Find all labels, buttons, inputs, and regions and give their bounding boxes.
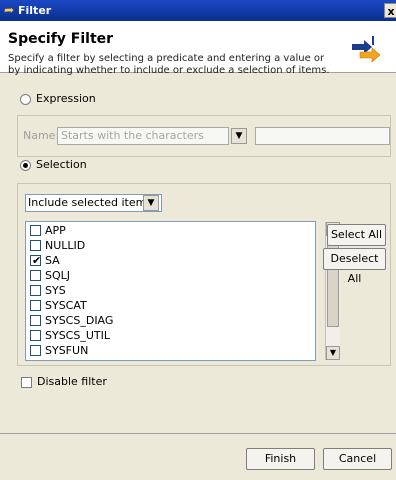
- selection-label: Selection: [36, 158, 87, 171]
- expression-label: Expression: [36, 92, 96, 105]
- item-checkbox[interactable]: [30, 270, 41, 281]
- list-item[interactable]: SYSFUN: [30, 344, 320, 357]
- scroll-down-icon[interactable]: ▼: [326, 346, 340, 360]
- item-checkbox[interactable]: [30, 285, 41, 296]
- banner-title: Specify Filter: [8, 31, 114, 47]
- item-label: NULLID: [45, 239, 86, 252]
- item-label: SA: [45, 254, 60, 267]
- predicate-dropdown-arrow-icon[interactable]: ▼: [231, 128, 247, 144]
- list-item[interactable]: SQLJ: [30, 269, 320, 282]
- item-label: SYSFUN: [45, 344, 89, 357]
- close-button[interactable]: x: [384, 3, 396, 18]
- select-all-button[interactable]: Select All: [327, 224, 386, 246]
- window-title: Filter: [18, 4, 52, 17]
- selection-radio[interactable]: [20, 160, 31, 171]
- item-checkbox[interactable]: [30, 330, 41, 341]
- filter-arrows-icon: [352, 36, 381, 63]
- item-label: SQLJ: [45, 269, 71, 282]
- title-bar[interactable]: [0, 0, 396, 21]
- item-label: APP: [45, 224, 66, 237]
- list-item[interactable]: SYSCAT: [30, 299, 320, 312]
- cancel-button[interactable]: Cancel: [323, 448, 392, 470]
- list-item[interactable]: NULLID: [30, 239, 320, 252]
- item-checkbox[interactable]: ✔: [30, 254, 42, 267]
- list-item[interactable]: SYSCS_UTIL: [30, 329, 320, 342]
- item-label: SYS: [45, 284, 66, 297]
- predicate-value-input[interactable]: [255, 127, 390, 145]
- item-checkbox[interactable]: [30, 240, 41, 251]
- list-item[interactable]: SYS: [30, 284, 320, 297]
- item-checkbox[interactable]: [30, 225, 41, 236]
- item-checkbox[interactable]: [30, 300, 41, 311]
- deselect-all-button[interactable]: Deselect All: [323, 248, 386, 285]
- expression-radio[interactable]: [20, 94, 31, 105]
- items-list[interactable]: ▲ ▼ APPNULLID✔SASQLJSYSSYSCATSYSCS_DIAGS…: [25, 221, 340, 361]
- include-mode-combo[interactable]: Include selected items: [25, 194, 162, 212]
- item-label: SYSCS_DIAG: [45, 314, 114, 327]
- finish-button[interactable]: Finish: [246, 448, 315, 470]
- disable-filter-checkbox[interactable]: [21, 377, 32, 388]
- name-label: Name:: [23, 129, 60, 142]
- item-label: SYSCAT: [45, 299, 87, 312]
- item-label: SYSCS_UTIL: [45, 329, 110, 342]
- list-item[interactable]: SYSCS_DIAG: [30, 314, 320, 327]
- list-item[interactable]: ✔ SA: [30, 254, 320, 267]
- include-mode-arrow-icon[interactable]: ▼: [143, 195, 159, 211]
- banner-description: Specify a filter by selecting a predicat…: [8, 53, 330, 76]
- item-checkbox[interactable]: [30, 345, 41, 356]
- predicate-combo[interactable]: Starts with the characters: [57, 127, 229, 145]
- checkmark-icon: ✔: [32, 254, 42, 267]
- item-checkbox[interactable]: [30, 315, 41, 326]
- footer-separator: [0, 433, 396, 434]
- filter-app-icon: ➦: [4, 3, 15, 17]
- disable-filter-label: Disable filter: [37, 375, 107, 388]
- list-item[interactable]: APP: [30, 224, 320, 237]
